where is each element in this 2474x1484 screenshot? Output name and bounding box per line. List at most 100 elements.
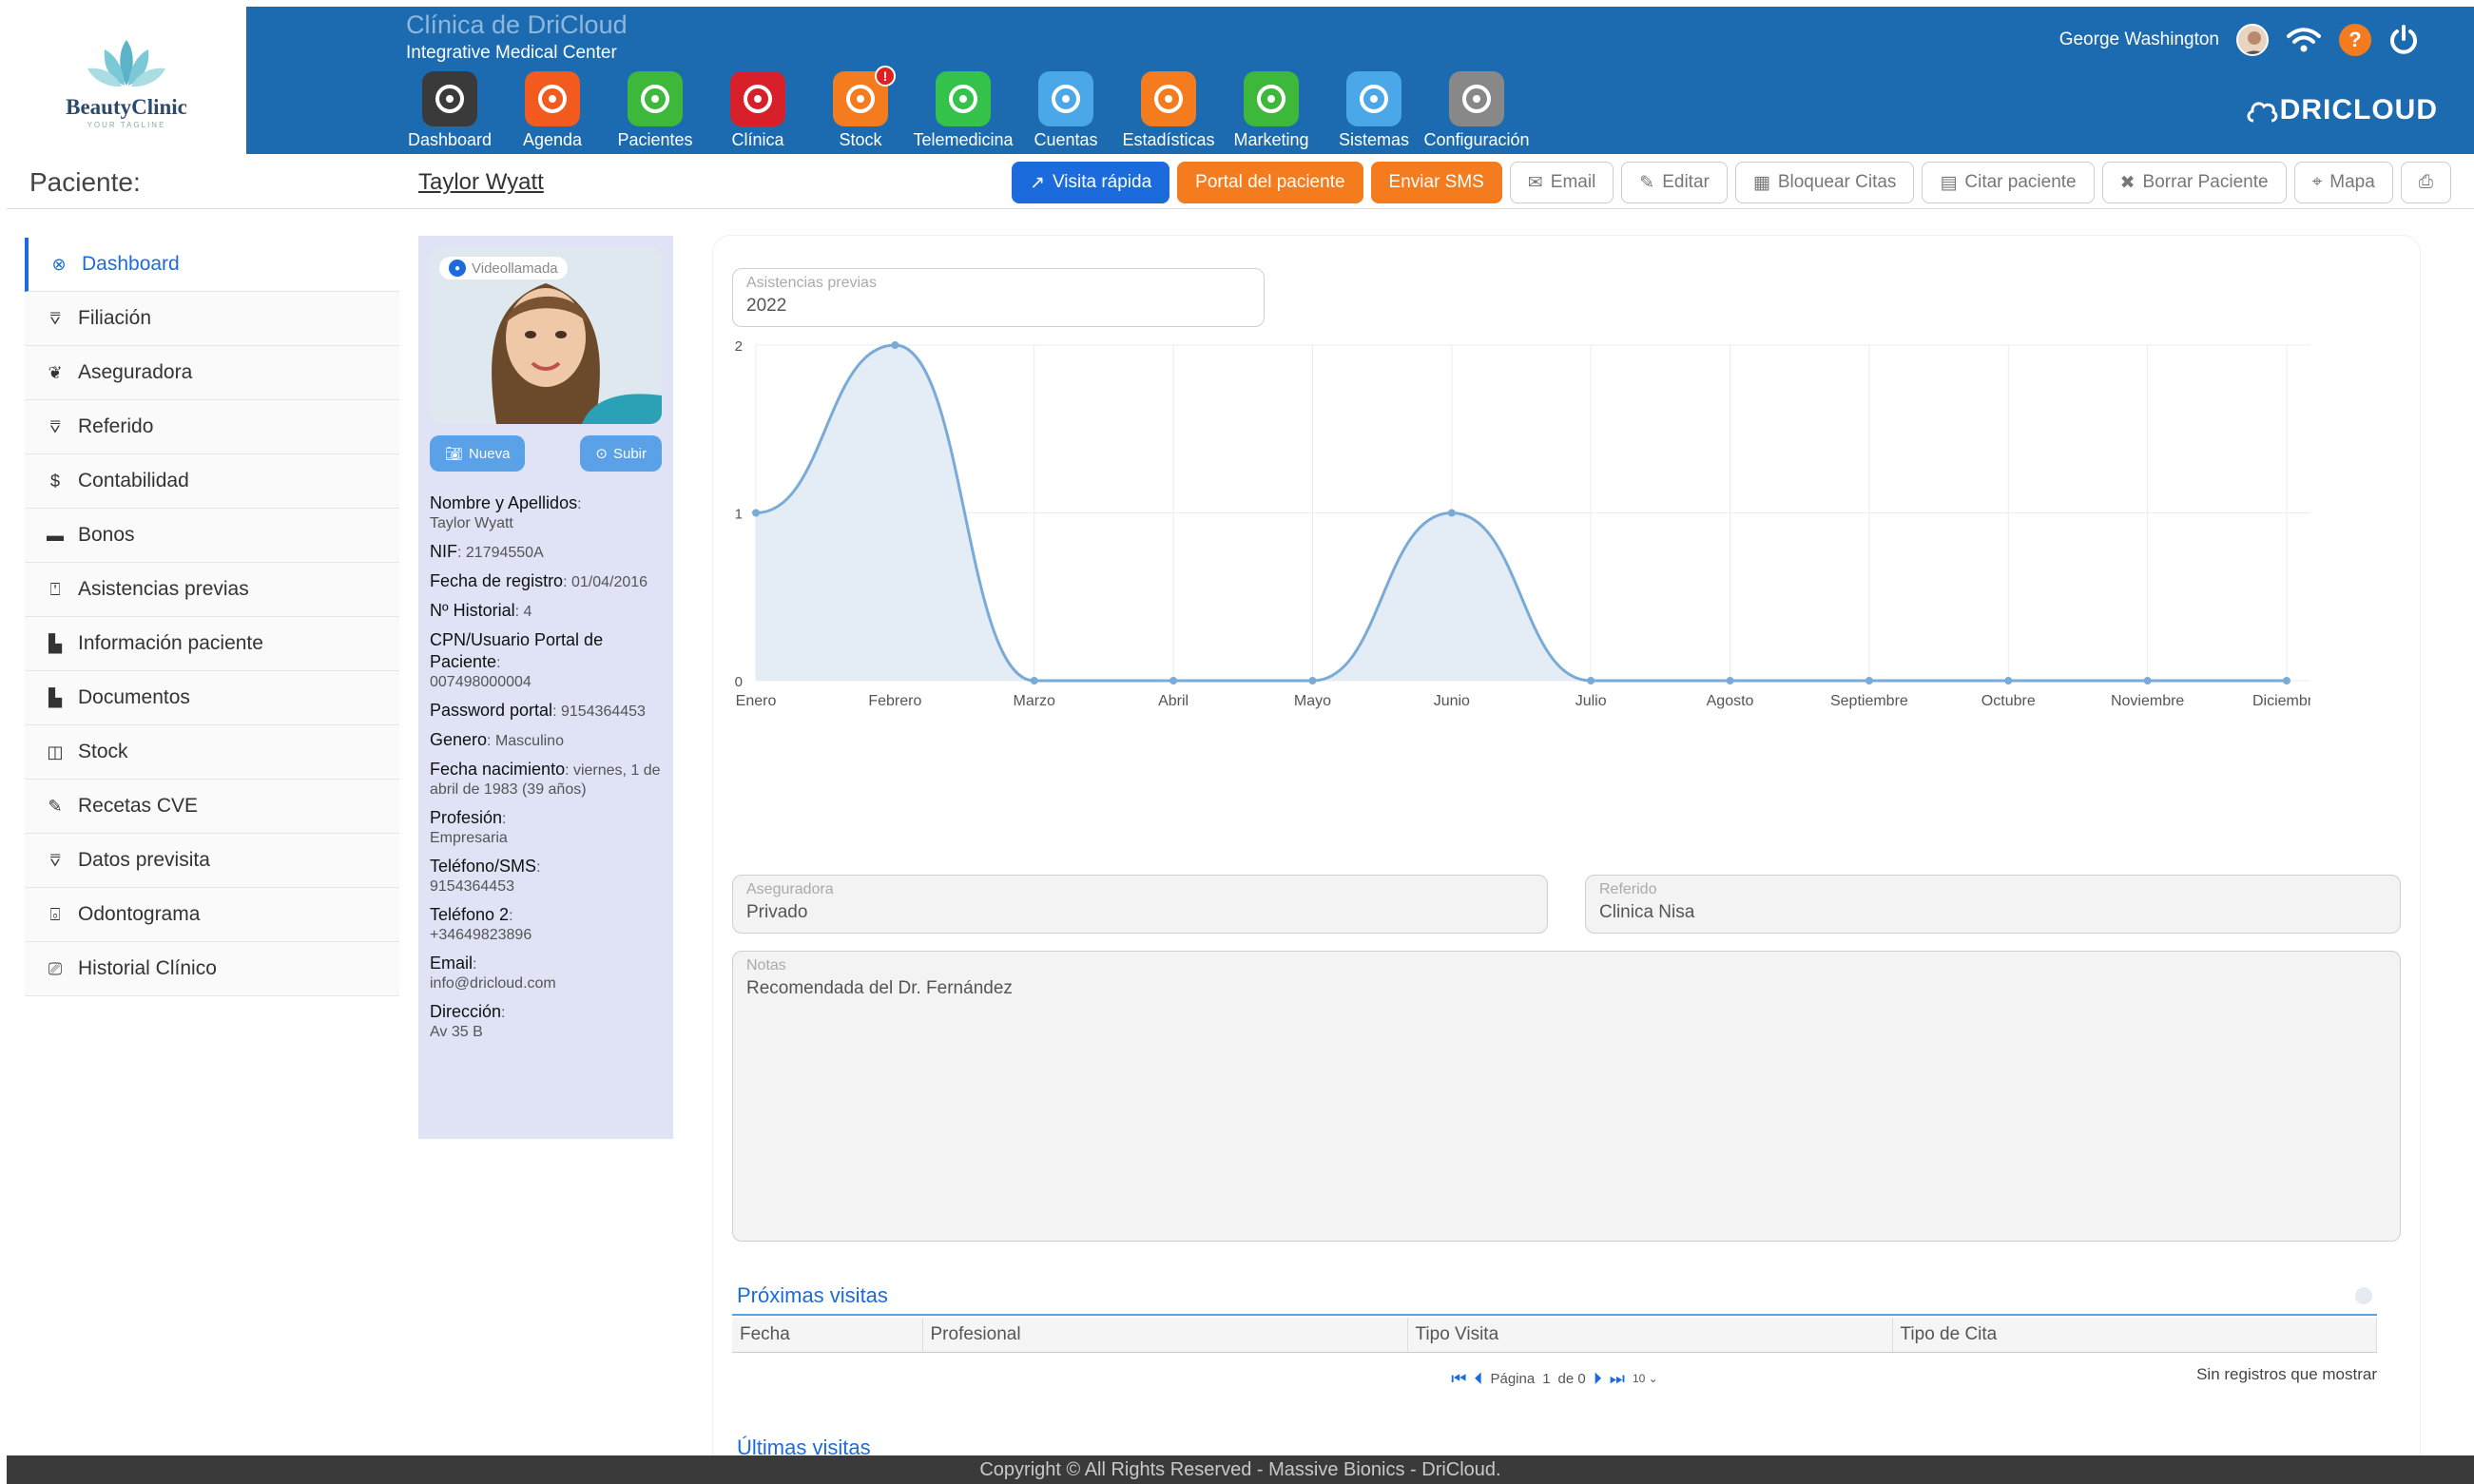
sidebar-item-filiación[interactable]: ⩢ Filiación [25,292,399,346]
module-label: Sistemas [1338,130,1410,149]
dashboard-panel: Asistencias previas 2022 0 1 2 Enero Febrero… [713,236,2420,1484]
help-icon[interactable]: ? [2339,24,2371,56]
avatar-icon [2244,31,2265,54]
notes-field[interactable]: Notas Recomendada del Dr. Fernández [732,951,2401,1242]
patient-field: Password portal: 9154364453 [430,701,646,720]
sidebar-item-stock[interactable]: ◫ Stock [25,725,399,780]
action-mapa[interactable]: ⌖ Mapa [2293,162,2393,203]
data-point [2283,677,2290,684]
field-value: Masculino [494,733,564,749]
action-enviar-sms[interactable]: Enviar SMS [1370,162,1502,203]
clinic-logo[interactable]: BeautyClinic YOUR TAGLINE [7,7,246,154]
data-point [1587,677,1595,684]
lotus-logo-icon [87,39,165,87]
next-page-icon[interactable]: ⏵ [1594,1369,1602,1389]
y-tick-label: 0 [735,674,743,690]
prev-page-icon[interactable]: ⏴ [1474,1369,1482,1389]
patient-field: Teléfono 2: +34649823896 [430,905,532,943]
wifi-icon[interactable] [2286,26,2322,54]
insurer-value: Privado [746,902,808,922]
power-icon[interactable] [2388,24,2419,56]
data-point [1865,677,1873,684]
action-label: Email [1550,172,1596,192]
module-stock[interactable]: ! Stock [809,66,912,150]
attendance-label: Asistencias previas [746,275,877,291]
first-page-icon[interactable]: ⏮ [1451,1369,1466,1389]
action-label: Citar paciente [1964,172,2077,192]
col-tipo-visita[interactable]: Tipo Visita [1407,1318,1893,1353]
module-pacientes[interactable]: Pacientes [604,71,706,150]
action-portal-del-paciente[interactable]: Portal del paciente [1177,162,1363,203]
col-profesional[interactable]: Profesional [922,1318,1408,1353]
x-tick-label: Febrero [868,693,921,709]
module-dashboard[interactable]: Dashboard [398,71,501,150]
referral-field[interactable]: Referido Clinica Nisa [1585,875,2401,934]
print-button[interactable]: ⎙ [2400,162,2451,203]
new-photo-label: Nueva [469,445,511,462]
patient-name-link[interactable]: Taylor Wyatt [418,169,544,196]
module-agenda[interactable]: Agenda [501,71,604,150]
field-label: Fecha nacimiento [430,760,566,779]
sidebar-icon: ▙ [48,687,62,707]
module-estadísticas[interactable]: Estadísticas [1117,71,1220,150]
field-value: 4 [523,604,532,620]
module-label: Stock [839,130,882,149]
sidebar-item-datos-previsita[interactable]: ⩢ Datos previsita [25,834,399,888]
module-marketing[interactable]: Marketing [1220,71,1323,150]
sidebar-item-información-paciente[interactable]: ▙ Información paciente [25,617,399,671]
new-photo-button[interactable]: 📷︎ Nueva [430,435,526,472]
attendance-year-select[interactable]: Asistencias previas 2022 [732,268,1265,327]
patient-field: Dirección: Av 35 B [430,1002,506,1040]
refresh-icon[interactable] [2355,1287,2372,1304]
module-sistemas[interactable]: Sistemas [1323,71,1425,150]
last-page-icon[interactable]: ⏭ [1610,1369,1625,1389]
action-borrar-paciente[interactable]: ✖ Borrar Paciente [2101,162,2287,203]
action-icon: ✎ [1639,172,1655,193]
sidebar-item-dashboard[interactable]: ⊗ Dashboard [25,238,399,292]
module-clínica[interactable]: Clínica [706,71,809,150]
upload-photo-button[interactable]: ⊙ Subir [580,435,662,472]
col-fecha[interactable]: Fecha [732,1318,923,1353]
page-size-select[interactable]: 10 ⌄ [1633,1372,1658,1385]
module-configuración[interactable]: Configuración [1423,71,1530,150]
camera-icon: 📷︎ [445,446,464,462]
user-name[interactable]: George Washington [2059,29,2219,50]
x-tick-label: Agosto [1707,693,1754,709]
action-editar[interactable]: ✎ Editar [1621,162,1728,203]
action-icon: ✖ [2119,172,2136,193]
page-of: de 0 [1557,1370,1586,1387]
sidebar-item-contabilidad[interactable]: $ Contabilidad [25,454,399,509]
action-email[interactable]: ✉ Email [1509,162,1614,203]
sidebar-item-referido[interactable]: ⩢ Referido [25,400,399,454]
action-citar-paciente[interactable]: ▤ Citar paciente [1922,162,2095,203]
module-cuentas[interactable]: Cuentas [1015,71,1117,150]
video-call-button[interactable]: ● Videollamada [439,257,568,279]
sidebar-item-historial-clínico[interactable]: ⎚ Historial Clínico [25,942,399,996]
module-telemedicina[interactable]: Telemedicina [912,71,1015,150]
insurer-field[interactable]: Aseguradora Privado [732,875,1548,934]
sidebar-icon: ✎ [48,796,63,816]
col-tipo-cita[interactable]: Tipo de Cita [1892,1318,2377,1353]
user-area: George Washington ? [2059,24,2419,56]
patient-field: Genero: Masculino [430,730,564,749]
next-visits-table: Fecha Profesional Tipo Visita Tipo de Ci… [732,1318,2377,1353]
copyright-text: Copyright © All Rights Reserved - Massiv… [979,1458,1501,1480]
page-number[interactable]: 1 [1542,1371,1550,1387]
sidebar-item-bonos[interactable]: ▬ Bonos [25,509,399,563]
sidebar-item-asistencias-previas[interactable]: ⍞ Asistencias previas [25,563,399,617]
field-label: Nombre y Apellidos [430,493,578,512]
data-point [752,509,760,517]
action-icon: ✉ [1527,172,1543,193]
user-avatar[interactable] [2236,24,2269,56]
sidebar-item-odontograma[interactable]: ⌻ Odontograma [25,888,399,942]
sidebar-item-label: Historial Clínico [78,957,217,979]
action-bloquear-citas[interactable]: ▦ Bloquear Citas [1734,162,1915,203]
sidebar-item-aseguradora[interactable]: ❦ Aseguradora [25,346,399,400]
x-tick-label: Noviembre [2111,693,2184,709]
sidebar-item-documentos[interactable]: ▙ Documentos [25,671,399,725]
action-visita-rápida[interactable]: ↗ Visita rápida [1012,162,1170,203]
sidebar-item-label: Dashboard [82,253,180,275]
data-point [1308,677,1317,684]
sidebar-item-recetas-cve[interactable]: ✎ Recetas CVE [25,780,399,834]
print-icon: ⎙ [2418,172,2433,192]
